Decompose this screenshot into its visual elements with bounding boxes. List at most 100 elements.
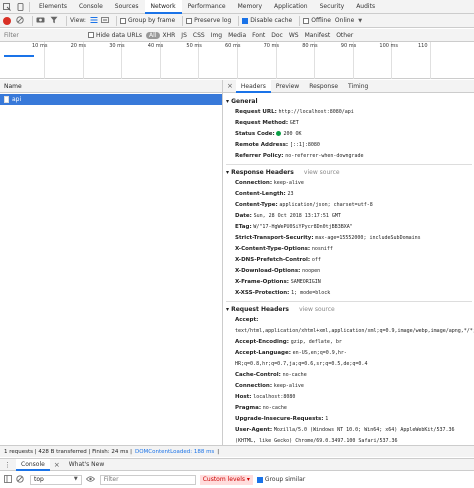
tab-sources[interactable]: Sources xyxy=(109,0,145,14)
offline-checkbox[interactable] xyxy=(303,17,310,24)
filter-type-img[interactable]: Img xyxy=(208,32,225,39)
filter-type-other[interactable]: Other xyxy=(333,32,356,39)
log-levels-label: Custom levels xyxy=(202,475,245,483)
header-value: no-referrer-when-downgrade xyxy=(285,153,364,159)
request-headers-section: Accept: text/html,application/xhtml+xml,… xyxy=(226,315,474,447)
divider xyxy=(66,15,67,26)
header-name: Host: xyxy=(235,394,252,400)
close-icon[interactable]: × xyxy=(54,461,60,469)
detail-tab-preview[interactable]: Preview xyxy=(271,80,304,93)
detail-tab-response[interactable]: Response xyxy=(304,80,343,93)
log-levels-select[interactable]: Custom levels ▾ xyxy=(199,474,253,485)
header-name: Pragma: xyxy=(235,405,262,411)
filter-type-ws[interactable]: WS xyxy=(286,32,302,39)
drawer-menu-icon[interactable]: ⋮ xyxy=(4,461,11,469)
eye-icon[interactable] xyxy=(85,475,95,484)
hide-data-urls-checkbox[interactable] xyxy=(88,32,94,38)
camera-icon[interactable] xyxy=(36,16,45,25)
header-value: SAMEORIGIN xyxy=(290,279,321,285)
network-toolbar: View: Group by frame Preserve log Disabl… xyxy=(0,14,474,28)
preserve-log-checkbox[interactable] xyxy=(186,17,193,24)
request-name: api xyxy=(12,96,22,103)
view-label: View: xyxy=(70,17,86,24)
header-value: 1; mode=block xyxy=(291,290,331,296)
header-row: Content-Length: 23 xyxy=(226,189,472,200)
header-name: X-Frame-Options: xyxy=(235,279,289,285)
tab-network[interactable]: Network xyxy=(144,0,182,14)
group-similar-checkbox[interactable] xyxy=(256,476,263,483)
tab-security[interactable]: Security xyxy=(314,0,351,14)
header-name: X-XSS-Protection: xyxy=(235,290,290,296)
tab-elements[interactable]: Elements xyxy=(33,0,73,14)
header-name: Connection: xyxy=(235,180,273,186)
context-value: top xyxy=(34,476,44,483)
close-icon[interactable]: × xyxy=(227,82,233,90)
device-toggle-icon[interactable] xyxy=(14,0,26,14)
name-column-header[interactable]: Name xyxy=(0,80,222,93)
expand-triangle-icon: ▾ xyxy=(226,169,230,176)
tab-application[interactable]: Application xyxy=(268,0,314,14)
tab-audits[interactable]: Audits xyxy=(350,0,381,14)
request-headers-section-header[interactable]: ▾ Request Headers view source xyxy=(226,304,472,315)
disable-cache-checkbox[interactable] xyxy=(242,17,249,24)
timeline-request-bar xyxy=(4,55,34,57)
filter-type-media[interactable]: Media xyxy=(225,32,249,39)
timeline-tick-label: 110 xyxy=(418,43,428,49)
context-select[interactable]: top ▼ xyxy=(30,474,82,485)
drawer-tab-what-s-new[interactable]: What's New xyxy=(64,459,110,471)
drawer-tab-console[interactable]: Console xyxy=(16,458,50,471)
tab-memory[interactable]: Memory xyxy=(232,0,268,14)
detail-tab-headers[interactable]: Headers xyxy=(235,79,271,93)
filter-type-all[interactable]: All xyxy=(146,31,160,39)
filter-type-css[interactable]: CSS xyxy=(190,32,208,39)
filter-type-js[interactable]: JS xyxy=(178,32,190,39)
tab-performance[interactable]: Performance xyxy=(182,0,232,14)
divider xyxy=(182,15,184,26)
header-value: off xyxy=(311,257,321,263)
console-sidebar-icon[interactable] xyxy=(4,474,12,485)
detail-tab-timing[interactable]: Timing xyxy=(343,80,373,93)
header-value: [::1]:8080 xyxy=(289,142,320,148)
overview-icon[interactable] xyxy=(101,16,109,26)
panel-splitter[interactable] xyxy=(222,80,223,445)
header-row: Referrer Policy: no-referrer-when-downgr… xyxy=(226,151,472,162)
header-row: Cache-Control: no-cache xyxy=(226,370,472,381)
filter-input[interactable] xyxy=(4,30,82,40)
chevron-down-icon: ▼ xyxy=(358,17,363,24)
header-name: Remote Address: xyxy=(235,142,289,148)
filter-type-xhr[interactable]: XHR xyxy=(160,32,179,39)
header-row: Connection: keep-alive xyxy=(226,381,472,392)
timeline-tick-label: 40 ms xyxy=(147,43,164,49)
header-value: 200 OK xyxy=(283,131,302,137)
tab-console[interactable]: Console xyxy=(73,0,109,14)
timeline-tick-label: 60 ms xyxy=(225,43,241,49)
clear-icon[interactable] xyxy=(16,15,24,26)
disable-cache-label: Disable cache xyxy=(250,17,293,24)
view-source-link[interactable]: view source xyxy=(299,306,335,313)
header-name: Request Method: xyxy=(235,120,289,126)
inspect-icon[interactable] xyxy=(0,0,14,14)
clear-console-icon[interactable] xyxy=(16,474,24,485)
filter-type-font[interactable]: Font xyxy=(249,32,268,39)
timeline-overview[interactable]: 10 ms 20 ms 30 ms 40 ms 50 ms 60 ms 70 ms 80 ms… xyxy=(0,42,474,79)
header-row: X-XSS-Protection: 1; mode=block xyxy=(226,288,472,299)
record-icon[interactable] xyxy=(3,16,11,25)
header-value: W/"17-HgWePU0SiYPycr8Dn0tjBB3BXA" xyxy=(253,224,353,230)
group-by-frame-checkbox[interactable] xyxy=(119,17,126,24)
timeline-tick-label: 10 ms xyxy=(32,43,48,49)
large-rows-icon[interactable] xyxy=(90,16,98,26)
view-source-link[interactable]: view source xyxy=(304,169,340,176)
header-row: X-Content-Type-Options: nosniff xyxy=(226,244,472,255)
response-headers-section-header[interactable]: ▾ Response Headers view source xyxy=(226,167,472,178)
chevron-down-icon: ▼ xyxy=(73,476,78,482)
filter-icon[interactable] xyxy=(50,16,58,26)
filter-type-doc[interactable]: Doc xyxy=(268,32,286,39)
console-filter-input[interactable] xyxy=(99,474,196,485)
request-row[interactable]: api xyxy=(0,94,222,105)
throttle-select[interactable]: Online xyxy=(335,17,354,24)
header-name: Strict-Transport-Security: xyxy=(235,235,314,241)
filter-type-manifest[interactable]: Manifest xyxy=(302,32,334,39)
general-section-header[interactable]: ▾ General xyxy=(226,96,472,107)
header-row: X-DNS-Prefetch-Control: off xyxy=(226,255,472,266)
header-row: Date: Sun, 28 Oct 2018 13:17:51 GMT xyxy=(226,211,472,222)
